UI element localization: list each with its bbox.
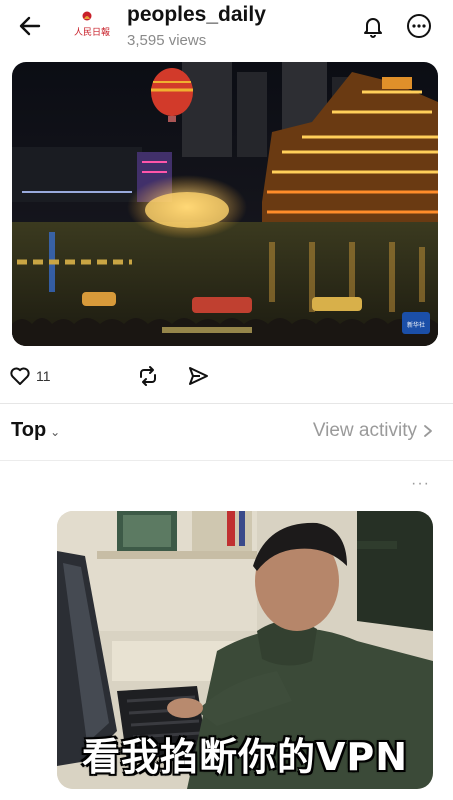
more-options-button[interactable]	[403, 10, 435, 42]
sort-dropdown[interactable]: Top ⌄	[11, 419, 60, 442]
peoples-daily-logo-icon: 人民日報	[74, 11, 110, 38]
repost-button[interactable]	[134, 362, 162, 390]
view-activity-link[interactable]: View activity	[313, 420, 433, 442]
send-icon	[189, 367, 208, 385]
avatar[interactable]: 人民日報	[72, 9, 110, 39]
watermark-text: 新华社	[407, 321, 425, 329]
repost-icon	[140, 366, 156, 386]
view-count: 3,595 views	[127, 32, 207, 49]
chevron-down-icon: ⌄	[50, 424, 61, 439]
reply-more-options[interactable]: ···	[411, 475, 430, 493]
notifications-button[interactable]	[357, 10, 389, 42]
more-circle-icon	[407, 14, 431, 38]
view-activity-label: View activity	[312, 420, 417, 441]
post-image[interactable]: 新华社	[12, 62, 438, 346]
back-button[interactable]	[14, 10, 46, 42]
arrow-left-icon	[19, 16, 41, 36]
night-festival-photo-icon: 新华社	[12, 62, 438, 346]
page-title[interactable]: peoples_daily	[127, 3, 266, 27]
reply-image[interactable]: 看我掐断你的VPN	[57, 511, 433, 789]
divider	[0, 460, 453, 461]
heart-icon	[10, 367, 30, 385]
sort-label: Top	[11, 419, 47, 441]
like-button[interactable]: 11	[8, 362, 51, 390]
bell-icon	[364, 18, 382, 38]
divider	[0, 403, 453, 404]
meme-caption: 看我掐断你的VPN	[81, 735, 409, 779]
share-button[interactable]	[184, 362, 212, 390]
like-count: 11	[36, 368, 51, 384]
avatar-text: 人民日報	[74, 27, 110, 38]
chevron-right-icon	[424, 425, 432, 437]
